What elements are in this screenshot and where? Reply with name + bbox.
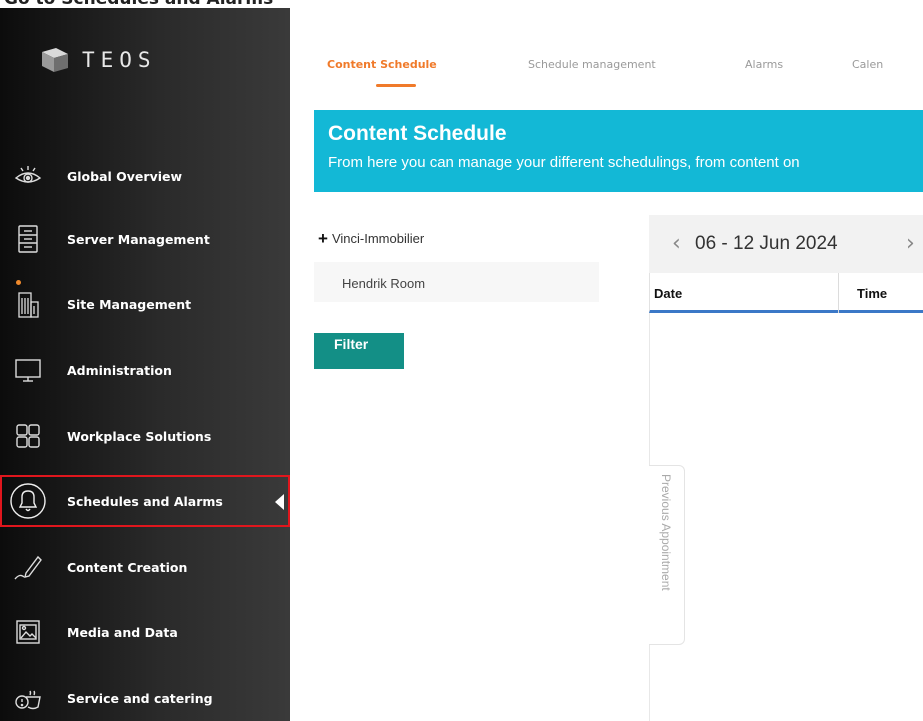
sidebar: TEOS Global Overview Server Management S… (0, 8, 290, 721)
page-subtitle: From here you can manage your different … (328, 154, 800, 171)
column-header-date: Date (654, 286, 683, 301)
page-banner: Content Schedule From here you can manag… (314, 110, 923, 192)
plus-icon: + (318, 229, 328, 248)
sidebar-item-service-and-catering[interactable]: Service and catering (0, 672, 290, 721)
room-name: Hendrik Room (342, 276, 426, 291)
teos-logo[interactable]: TEOS (38, 40, 157, 80)
sidebar-item-global-overview[interactable]: Global Overview (0, 150, 290, 202)
monitor-icon (6, 348, 50, 392)
column-divider (838, 273, 839, 313)
calendar-header: ‹ 06 - 12 Jun 2024 › (649, 215, 923, 273)
page-title: Content Schedule (328, 122, 507, 145)
company-selector[interactable]: + Vinci-Immobilier (318, 230, 424, 247)
date-range: 06 - 12 Jun 2024 (695, 233, 838, 254)
sidebar-item-label: Workplace Solutions (67, 428, 212, 444)
eye-icon (6, 154, 50, 198)
previous-appointment-button[interactable]: Previous Appointment (649, 465, 685, 645)
sidebar-item-content-creation[interactable]: Content Creation (0, 541, 290, 593)
cup-icon (6, 676, 50, 720)
company-name: Vinci-Immobilier (331, 231, 425, 246)
active-caret-icon (275, 494, 284, 510)
top-cutoff-caption: Go to Schedules and Alarms (0, 0, 923, 8)
sidebar-item-label: Administration (67, 362, 172, 378)
calendar-column-headers: Date Time (649, 273, 923, 313)
pen-icon (6, 545, 50, 589)
column-header-time: Time (857, 286, 888, 301)
tab-alarms[interactable]: Alarms (745, 58, 783, 71)
server-icon (6, 217, 50, 261)
chevron-left-icon[interactable]: ‹ (672, 231, 681, 256)
sidebar-item-administration[interactable]: Administration (0, 344, 290, 396)
sidebar-item-site-management[interactable]: Site Management (0, 278, 290, 330)
chevron-right-icon[interactable]: › (906, 231, 915, 256)
bell-icon (6, 479, 50, 523)
previous-appointment-label: Previous Appointment (659, 474, 673, 591)
calendar-body (649, 313, 923, 721)
tab-content-schedule[interactable]: Content Schedule (327, 58, 437, 71)
tab-calendar[interactable]: Calen (852, 58, 883, 71)
sidebar-item-label: Schedules and Alarms (67, 493, 223, 509)
calendar-panel: ‹ 06 - 12 Jun 2024 › Date Time (649, 215, 923, 721)
tab-schedule-management[interactable]: Schedule management (528, 58, 656, 71)
sidebar-item-label: Site Management (67, 296, 192, 312)
active-tab-indicator (376, 84, 416, 87)
filter-button[interactable]: Filter (314, 333, 404, 369)
sidebar-item-label: Content Creation (67, 559, 188, 575)
sidebar-item-label: Server Management (67, 231, 210, 247)
grid-icon (6, 414, 50, 458)
logo-text: TEOS (82, 48, 157, 72)
image-icon (6, 610, 50, 654)
sidebar-item-media-and-data[interactable]: Media and Data (0, 606, 290, 658)
building-icon (6, 280, 50, 326)
sidebar-item-label: Service and catering (67, 690, 213, 706)
sidebar-item-label: Media and Data (67, 624, 178, 640)
sidebar-item-server-management[interactable]: Server Management (0, 213, 290, 265)
room-item[interactable]: Hendrik Room (314, 262, 599, 302)
teos-logo-icon (42, 48, 68, 72)
sidebar-item-workplace-solutions[interactable]: Workplace Solutions (0, 410, 290, 462)
sidebar-item-label: Global Overview (67, 168, 183, 184)
notification-dot (16, 280, 21, 285)
sidebar-item-schedules-and-alarms[interactable]: Schedules and Alarms (0, 475, 290, 527)
